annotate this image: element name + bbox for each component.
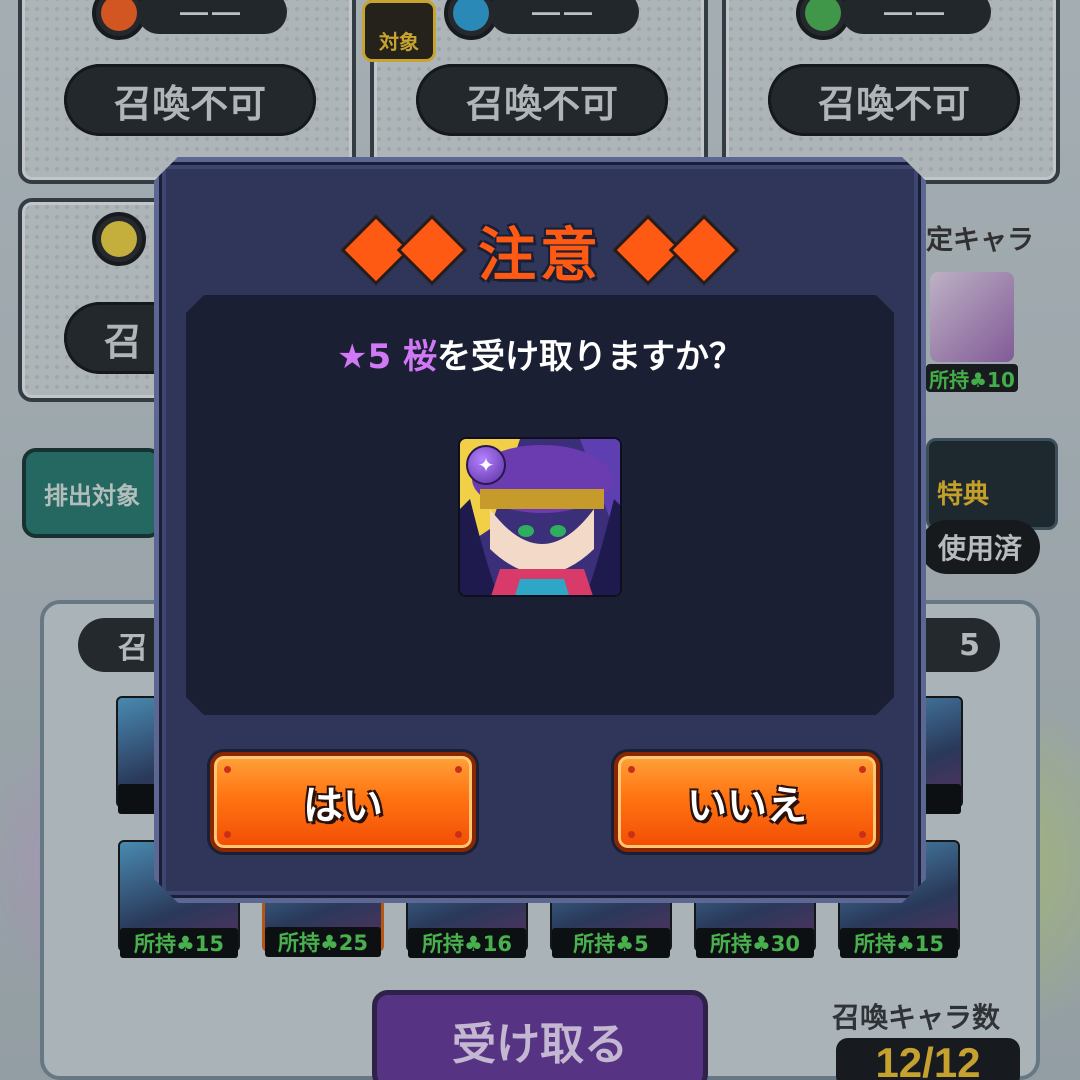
confirm-message: ★5 桜を受け取りますか？ (186, 329, 894, 378)
yes-button-label: はい (303, 783, 383, 829)
confirm-dialog: 注意 ★5 桜を受け取りますか？ ✦ はい いいえ (154, 157, 926, 903)
dialog-title-row: 注意 (159, 208, 921, 292)
rarity-star: ★5 (337, 337, 392, 377)
message-box: ★5 桜を受け取りますか？ ✦ (186, 295, 894, 715)
character-portrait: ✦ (458, 437, 622, 597)
no-button[interactable]: いいえ (614, 752, 880, 852)
dialog-title: 注意 (477, 221, 602, 289)
diamond-ornament-icon (350, 228, 458, 272)
message-suffix: を受け取りますか？ (436, 337, 743, 377)
no-button-label: いいえ (687, 783, 807, 829)
character-name: 桜 (402, 337, 437, 377)
yes-button[interactable]: はい (210, 752, 476, 852)
diamond-ornament-icon (622, 228, 730, 272)
dark-element-icon: ✦ (466, 445, 506, 485)
